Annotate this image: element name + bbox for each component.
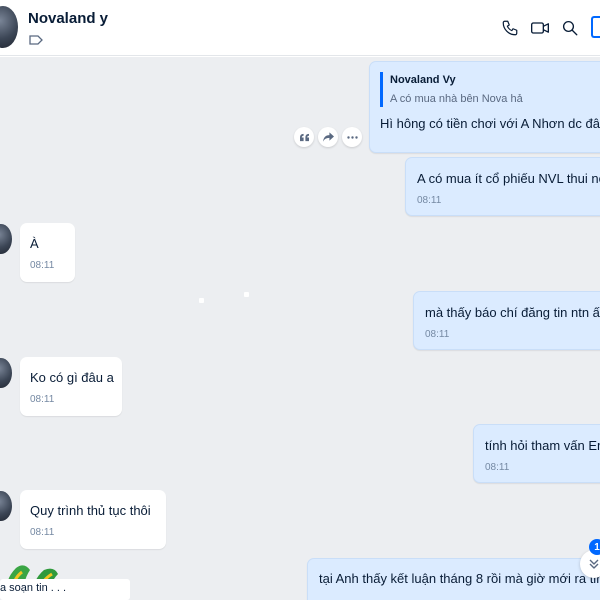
background-dot <box>244 292 249 297</box>
more-icon[interactable] <box>342 127 362 147</box>
message-bubble-incoming[interactable]: À 08:11 <box>20 223 75 282</box>
message-bubble-reply[interactable]: Novaland Vy A có mua nhà bên Nova hả Hì … <box>369 61 600 153</box>
message-bubble-incoming[interactable]: Ko có gì đâu a 08:11 <box>20 357 122 416</box>
message-text: tính hỏi tham vấn Em <box>485 438 600 453</box>
message-bubble-incoming[interactable]: Quy trình thủ tục thôi 08:11 <box>20 490 166 549</box>
message-list[interactable]: Novaland Vy A có mua nhà bên Nova hả Hì … <box>0 57 600 600</box>
quote-icon[interactable] <box>294 127 314 147</box>
search-icon[interactable] <box>559 17 581 39</box>
avatar[interactable] <box>0 358 12 388</box>
phone-icon[interactable] <box>499 17 521 39</box>
quoted-sender: Novaland Vy <box>390 74 456 86</box>
message-text: À <box>30 236 39 251</box>
message-bubble-outgoing[interactable]: tại Anh thấy kết luận tháng 8 rồi mà giờ… <box>307 558 600 600</box>
background-dot <box>199 298 204 303</box>
message-bubble-outgoing[interactable]: A có mua ít cổ phiếu NVL thui nè 08:11 <box>405 157 600 216</box>
message-time: 08:11 <box>30 260 55 271</box>
message-bubble-outgoing[interactable]: tính hỏi tham vấn Em 08:11 <box>473 424 600 483</box>
message-text: Hì hông có tiền chơi với A Nhơn dc đâu <box>380 116 600 131</box>
conversation-info-toggle[interactable] <box>591 16 600 38</box>
message-time: 08:11 <box>485 462 510 473</box>
message-text: Ko có gì đâu a <box>30 370 114 385</box>
avatar[interactable] <box>0 224 12 254</box>
message-time: 08:11 <box>417 195 442 206</box>
message-text: tại Anh thấy kết luận tháng 8 rồi mà giờ… <box>319 571 600 586</box>
video-camera-icon[interactable] <box>529 17 551 39</box>
avatar[interactable] <box>0 491 12 521</box>
conversation-title[interactable]: Novaland y <box>28 10 108 27</box>
avatar[interactable] <box>0 6 18 48</box>
quoted-message[interactable]: Novaland Vy A có mua nhà bên Nova hả <box>380 72 600 107</box>
tag-icon[interactable] <box>29 35 43 45</box>
message-time: 08:11 <box>30 527 55 538</box>
message-text: Quy trình thủ tục thôi <box>30 503 151 518</box>
typing-indicator: a soạn tin . . . <box>0 579 130 600</box>
message-bubble-outgoing[interactable]: mà thấy báo chí đăng tin ntn ấy 08:11 <box>413 291 600 350</box>
share-icon[interactable] <box>318 127 338 147</box>
unread-badge: 1 <box>589 539 600 555</box>
message-time: 08:11 <box>425 329 450 340</box>
message-text: A có mua ít cổ phiếu NVL thui nè <box>417 171 600 186</box>
chat-header: Novaland y <box>0 0 600 56</box>
message-time: 08:11 <box>30 394 55 405</box>
quoted-text: A có mua nhà bên Nova hả <box>390 93 523 105</box>
message-text: mà thấy báo chí đăng tin ntn ấy <box>425 305 600 320</box>
